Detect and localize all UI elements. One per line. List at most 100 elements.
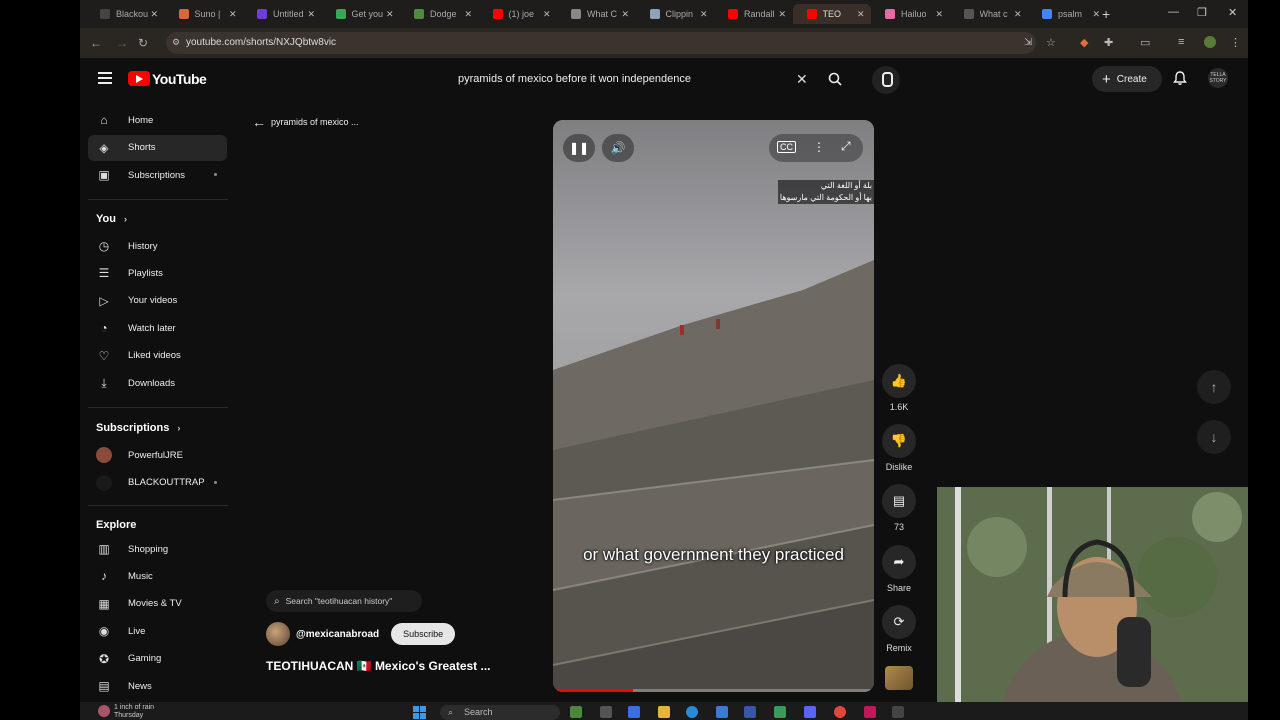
sidebar-item-3-3[interactable]: ◔ Watch later <box>88 315 227 341</box>
tab-close-icon[interactable]: ✕ <box>307 9 315 20</box>
channel-name[interactable]: @mexicanabroad <box>296 629 379 640</box>
pause-button[interactable]: ❚❚ <box>563 134 595 162</box>
share-icon[interactable]: ➦ <box>882 545 916 579</box>
url-field[interactable]: ⚙ youtube.com/shorts/NXJQbtw8vic ⇲ <box>166 32 1036 54</box>
comments-action[interactable]: ▤ 73 <box>880 484 918 532</box>
reload-icon[interactable]: ↻ <box>138 36 148 50</box>
search-bar[interactable]: pyramids of mexico before it won indepen… <box>448 66 860 92</box>
browser-tab[interactable]: Randall ✕ <box>714 4 792 24</box>
extension-icon[interactable]: ◆ <box>1080 36 1088 49</box>
taskbar-app-icon[interactable] <box>892 706 904 718</box>
taskbar-search[interactable]: ⌕ Search <box>440 705 560 720</box>
back-search-title[interactable]: pyramids of mexico ... <box>271 117 359 127</box>
browser-tab[interactable]: (1) joe ✕ <box>479 4 557 24</box>
sidebar-item-1-1[interactable]: ♪ Music <box>88 563 227 589</box>
sidebar-item-4-4[interactable]: ♡ Liked videos <box>88 343 227 369</box>
sidebar-item-2-2[interactable]: ▷ Your videos <box>88 288 227 314</box>
next-short-button[interactable]: ↓ <box>1197 420 1231 454</box>
sidebar-item-0-0[interactable]: PowerfulJRE <box>88 442 227 468</box>
bookmark-star-icon[interactable]: ☆ <box>1046 36 1056 49</box>
captions-icon[interactable]: CC <box>777 141 796 153</box>
taskbar-app-icon[interactable] <box>774 706 786 718</box>
browser-tab[interactable]: What C ✕ <box>557 4 635 24</box>
tab-close-icon[interactable]: ✕ <box>1014 9 1022 20</box>
back-icon[interactable]: ← <box>90 36 102 50</box>
tab-close-icon[interactable]: ✕ <box>464 9 472 20</box>
microphone-icon[interactable] <box>872 66 900 94</box>
profile-avatar[interactable] <box>1204 36 1216 48</box>
sidebar-item-1-1[interactable]: ◈ Shorts <box>88 134 227 161</box>
sidebar-item-1-1[interactable]: BLACKOUTTRAP <box>88 470 227 496</box>
back-arrow-icon[interactable]: ← <box>252 114 266 130</box>
tab-close-icon[interactable]: ✕ <box>778 9 786 20</box>
browser-tab[interactable]: Hailuo ✕ <box>871 4 949 24</box>
sidebar-item-5-5[interactable]: ▤ News <box>88 673 227 699</box>
tab-close-icon[interactable]: ✕ <box>150 9 158 20</box>
taskbar-app-icon[interactable] <box>744 706 756 718</box>
volume-button[interactable]: 🔊 <box>602 134 634 162</box>
tab-close-icon[interactable]: ✕ <box>1092 9 1100 20</box>
youtube-logo-text[interactable]: YouTube <box>152 71 207 87</box>
tab-close-icon[interactable]: ✕ <box>543 9 551 20</box>
fullscreen-icon[interactable]: ⤢ <box>841 139 851 154</box>
extensions-puzzle-icon[interactable]: ✚ <box>1104 36 1113 49</box>
taskbar-chrome-icon[interactable] <box>834 706 846 718</box>
weather-icon[interactable] <box>98 705 110 717</box>
youtube-logo-icon[interactable] <box>128 71 150 86</box>
subscriptions-heading[interactable]: Subscriptions › <box>96 422 180 434</box>
search-icon[interactable] <box>828 72 842 86</box>
notifications-bell-icon[interactable] <box>1172 70 1188 86</box>
sidebar-item-2-2[interactable]: ▦ Movies & TV <box>88 591 227 617</box>
browser-tab[interactable]: Blackou ✕ <box>86 4 164 24</box>
close-window-button[interactable]: ✕ <box>1228 6 1237 19</box>
sidebar-item-2-2[interactable]: ▣ Subscriptions <box>88 162 227 188</box>
taskbar-app-icon[interactable] <box>716 706 728 718</box>
sidebar-item-0-0[interactable]: ▥ Shopping <box>88 536 227 562</box>
tab-close-icon[interactable]: ✕ <box>700 9 708 20</box>
sidebar-item-1-1[interactable]: ☰ Playlists <box>88 260 227 286</box>
related-search-chip[interactable]: ⌕ Search "teotihuacan history" <box>266 590 422 612</box>
sidebar-item-5-5[interactable]: ⤓ Downloads <box>88 370 227 396</box>
you-heading[interactable]: You › <box>96 213 127 225</box>
taskbar-discord-icon[interactable] <box>804 706 816 718</box>
sidebar-item-0-0[interactable]: ⌂ Home <box>88 107 227 133</box>
video-title[interactable]: TEOTIHUACAN 🇲🇽 Mexico's Greatest ... <box>266 659 491 673</box>
sidebar-item-4-4[interactable]: ✪ Gaming <box>88 646 227 672</box>
thumbs-up-icon[interactable]: 👍 <box>882 364 916 398</box>
shorts-video-player[interactable]: ❚❚ 🔊 CC ⋮ ⤢ بلة أو اللغة التي بها أو الح… <box>553 120 874 692</box>
tab-close-icon[interactable]: ✕ <box>229 9 237 20</box>
install-icon[interactable]: ⇲ <box>1024 37 1032 48</box>
taskbar-app-icon[interactable] <box>628 706 640 718</box>
sound-thumbnail[interactable] <box>885 666 913 690</box>
taskbar-app-icon[interactable] <box>570 706 582 718</box>
restore-button[interactable]: ❐ <box>1197 6 1207 19</box>
tab-close-icon[interactable]: ✕ <box>621 9 629 20</box>
sidebar-item-3-3[interactable]: ◉ Live <box>88 618 227 644</box>
clear-search-icon[interactable]: ✕ <box>796 71 808 88</box>
taskbar-edge-icon[interactable] <box>686 706 698 718</box>
windows-start-icon[interactable] <box>413 706 427 719</box>
browser-tab[interactable]: TEO ✕ <box>792 4 871 24</box>
weather-widget[interactable]: 1 inch of rain Thursday <box>114 704 154 720</box>
account-avatar[interactable]: TELLA STORY <box>1208 68 1228 88</box>
tab-close-icon[interactable]: ✕ <box>386 9 394 20</box>
browser-tab[interactable]: What c ✕ <box>950 4 1028 24</box>
dislike-action[interactable]: 👎 Dislike <box>880 424 918 472</box>
thumbs-down-icon[interactable]: 👎 <box>882 424 916 458</box>
browser-tab[interactable]: Get you ✕ <box>322 4 400 24</box>
browser-tab[interactable]: Dodge ✕ <box>400 4 478 24</box>
sidebar-item-0-0[interactable]: ◷ History <box>88 233 227 259</box>
taskbar-app-icon[interactable] <box>600 706 612 718</box>
taskbar-folder-icon[interactable] <box>658 706 670 718</box>
tab-close-icon[interactable]: ✕ <box>857 9 865 20</box>
channel-avatar[interactable] <box>266 622 290 646</box>
side-panel-icon[interactable]: ▭ <box>1140 36 1150 49</box>
browser-tab[interactable]: Suno | ✕ <box>165 4 243 24</box>
tab-close-icon[interactable]: ✕ <box>935 9 943 20</box>
video-progress-bar[interactable] <box>553 689 874 692</box>
browser-tab[interactable]: psalm ✕ <box>1028 4 1106 24</box>
share-action[interactable]: ➦ Share <box>880 545 918 593</box>
previous-short-button[interactable]: ↑ <box>1197 370 1231 404</box>
more-options-icon[interactable]: ⋮ <box>813 140 825 154</box>
site-info-icon[interactable]: ⚙ <box>172 37 180 48</box>
